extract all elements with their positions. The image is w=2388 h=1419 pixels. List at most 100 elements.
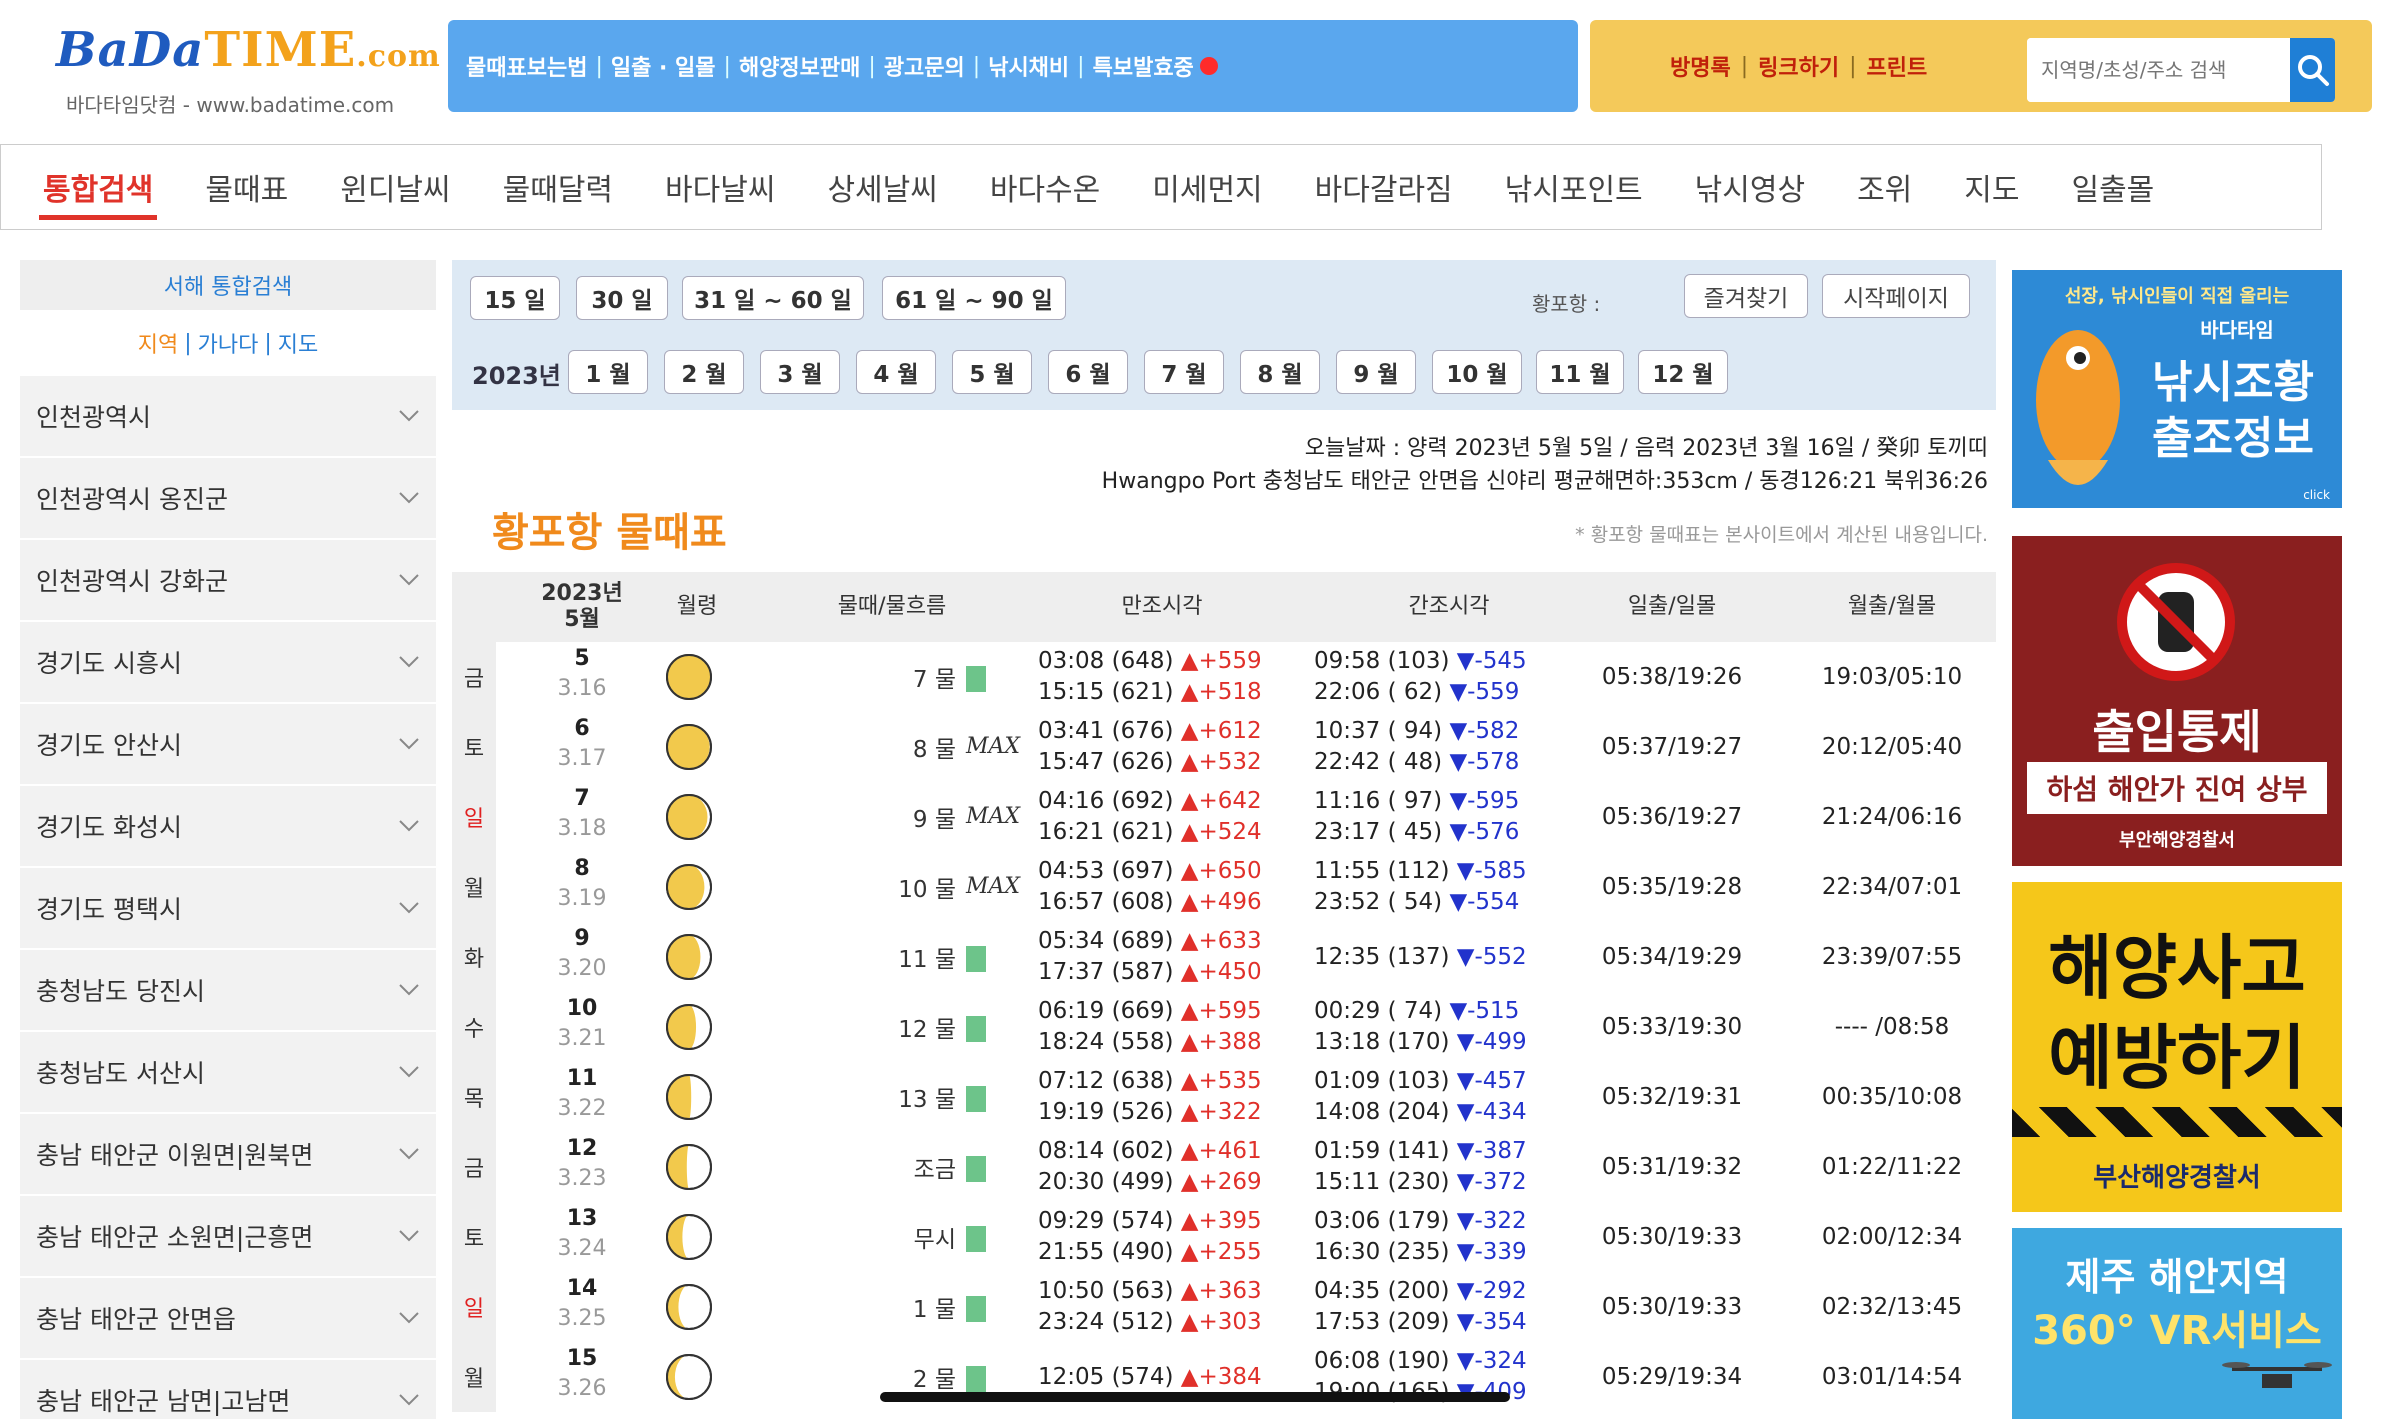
page-title: 황포항 물때표 <box>492 510 727 556</box>
day-of-week: 금 <box>452 1132 496 1202</box>
top-link-sunrise-sunset[interactable]: 일출 · 일몰 <box>611 50 716 82</box>
nav-tab-sunrise[interactable]: 일출몰 <box>2045 144 2180 230</box>
sunrise-sunset: 05:31/19:32 <box>1601 1154 1743 1180</box>
sidebar-tab-alphabet[interactable]: 가나다 <box>198 327 259 359</box>
favorite-button[interactable]: 즐겨찾기 <box>1684 274 1808 318</box>
ad3-org: 부산해양경찰서 <box>2093 1163 2261 1193</box>
moon-phase-icon <box>666 934 712 980</box>
sidebar-region-item[interactable]: 충남 태안군 소원면|근흥면 <box>20 1196 436 1278</box>
range-30-days-button[interactable]: 30 일 <box>576 276 668 320</box>
range-15-days-button[interactable]: 15 일 <box>470 276 560 320</box>
month-3-button[interactable]: 3 월 <box>760 350 840 394</box>
nav-tab-windy[interactable]: 윈디날씨 <box>314 144 476 230</box>
month-8-button[interactable]: 8 월 <box>1240 350 1320 394</box>
sidebar-region-item[interactable]: 경기도 평택시 <box>20 868 436 950</box>
nav-tab-map[interactable]: 지도 <box>1938 144 2045 230</box>
month-12-button[interactable]: 12 월 <box>1638 350 1728 394</box>
nav-tab-tide-level[interactable]: 조위 <box>1831 144 1938 230</box>
sidebar-region-item[interactable]: 인천광역시 옹진군 <box>20 458 436 540</box>
ad3-title-line2: 예방하기 <box>2048 1017 2306 1099</box>
horizontal-scrollbar[interactable] <box>880 1392 1510 1402</box>
sidebar-region-label: 충남 태안군 남면|고남면 <box>36 1387 291 1416</box>
tide-name: 7 물 <box>912 667 956 693</box>
nav-tab-fishing-video[interactable]: 낚시영상 <box>1669 144 1831 230</box>
nav-tab-sea-weather[interactable]: 바다날씨 <box>639 144 801 230</box>
ad-jeju-vr-banner[interactable]: 제주 해안지역 360° VR서비스 <box>2012 1228 2342 1419</box>
top-link-ocean-info-sale[interactable]: 해양정보판매 <box>739 50 860 82</box>
top-link-weather-warning[interactable]: 특보발효중 <box>1093 50 1194 82</box>
month-11-button[interactable]: 11 월 <box>1536 350 1624 394</box>
sidebar-tab-region[interactable]: 지역 <box>138 327 178 359</box>
site-logo[interactable]: BaDaTIME.com 바다타임닷컴 - www.badatime.com <box>56 22 440 117</box>
top-link-fishing-tackle[interactable]: 낚시채비 <box>988 50 1069 82</box>
month-2-button[interactable]: 2 월 <box>664 350 744 394</box>
year-label: 2023년 <box>472 362 561 390</box>
nav-tab-fishing-point[interactable]: 낚시포인트 <box>1479 144 1669 230</box>
ad-marine-accident-banner[interactable]: 해양사고 예방하기 부산해양경찰서 <box>2012 882 2342 1212</box>
sidebar-region-item[interactable]: 인천광역시 강화군 <box>20 540 436 622</box>
month-1-button[interactable]: 1 월 <box>568 350 648 394</box>
month-5-button[interactable]: 5 월 <box>952 350 1032 394</box>
search-button[interactable] <box>2290 38 2335 102</box>
month-9-button[interactable]: 9 월 <box>1336 350 1416 394</box>
start-page-button[interactable]: 시작페이지 <box>1822 274 1970 318</box>
top-link-bar: 물때표보는법 | 일출 · 일몰 | 해양정보판매 | 광고문의 | 낚시채비 | 특보발… <box>448 20 1578 112</box>
lunar-date: 3.17 <box>557 746 607 771</box>
table-row: 월 8 3.19 10 물 MAX 04:53 (697) ▲+650 16:57 (608… <box>452 852 1996 922</box>
range-61-90-days-button[interactable]: 61 일 ~ 90 일 <box>882 276 1066 320</box>
sidebar-region-item[interactable]: 경기도 시흥시 <box>20 622 436 704</box>
nav-tab-fine-dust[interactable]: 미세먼지 <box>1126 144 1288 230</box>
sidebar-region-item[interactable]: 충청남도 서산시 <box>20 1032 436 1114</box>
region-sidebar: 서해 통합검색 지역 | 가나다 | 지도 인천광역시 인천광역시 옹진군 인천광역시 … <box>20 260 436 1419</box>
chevron-down-icon <box>399 902 419 914</box>
ad-access-restriction-banner[interactable]: 출입통제 하섬 해안가 진여 상부 부안해양경찰서 <box>2012 536 2342 866</box>
sidebar-region-item[interactable]: 경기도 화성시 <box>20 786 436 868</box>
top-link-ad-inquiry[interactable]: 광고문의 <box>884 50 965 82</box>
month-4-button[interactable]: 4 월 <box>856 350 936 394</box>
tide-name: 11 물 <box>898 947 956 973</box>
region-list: 인천광역시 인천광역시 옹진군 인천광역시 강화군 경기도 시흥시 경기도 안산시 경기도… <box>20 376 436 1419</box>
sidebar-region-item[interactable]: 경기도 안산시 <box>20 704 436 786</box>
range-31-60-days-button[interactable]: 31 일 ~ 60 일 <box>682 276 864 320</box>
top-link-how-to-read[interactable]: 물때표보는법 <box>466 50 587 82</box>
nav-tab-detail-weather[interactable]: 상세날씨 <box>801 144 963 230</box>
ad-fishing-report-banner[interactable]: 선장, 낚시인들이 직접 올리는 바다타임 낚시조황 출조정보 click <box>2012 270 2342 508</box>
no-entry-hand-icon <box>2117 563 2235 681</box>
low-tide-times: 04:35 (200) ▼-292 17:53 (209) ▼-354 <box>1314 1278 1527 1335</box>
nav-tab-integrated-search[interactable]: 통합검색 <box>17 144 179 230</box>
chevron-down-icon <box>399 1394 419 1406</box>
table-row: 토 13 3.24 무시 09:29 (574) ▲+395 21:55 (490) ▲+… <box>452 1202 1996 1272</box>
sidebar-region-item[interactable]: 충남 태안군 남면|고남면 <box>20 1360 436 1419</box>
nav-tab-tide-table[interactable]: 물때표 <box>179 144 314 230</box>
moonrise-moonset: ---- /08:58 <box>1834 1014 1950 1040</box>
moon-phase-icon <box>666 1284 712 1330</box>
nav-tab-sea-parting[interactable]: 바다갈라짐 <box>1289 144 1479 230</box>
month-7-button[interactable]: 7 월 <box>1144 350 1224 394</box>
guestbook-link[interactable]: 방명록 <box>1670 50 1731 82</box>
month-10-button[interactable]: 10 월 <box>1432 350 1522 394</box>
chevron-down-icon <box>399 1066 419 1078</box>
ad3-title-line1: 해양사고 <box>2048 927 2306 1009</box>
nav-tab-water-temp[interactable]: 바다수온 <box>964 144 1126 230</box>
sunrise-sunset: 05:30/19:33 <box>1601 1294 1743 1320</box>
month-6-button[interactable]: 6 월 <box>1048 350 1128 394</box>
table-row: 수 10 3.21 12 물 06:19 (669) ▲+595 18:24 (558) … <box>452 992 1996 1062</box>
sunrise-sunset: 05:34/19:29 <box>1601 944 1743 970</box>
print-link[interactable]: 프린트 <box>1867 50 1928 82</box>
period-filter-panel: 15 일 30 일 31 일 ~ 60 일 61 일 ~ 90 일 황포항 : … <box>452 260 1996 410</box>
moonrise-moonset: 21:24/06:16 <box>1821 804 1963 830</box>
sidebar-region-item[interactable]: 인천광역시 <box>20 376 436 458</box>
tide-name: 조금 <box>913 1157 956 1183</box>
tide-flow-bar <box>966 1226 986 1252</box>
table-row: 금 12 3.23 조금 08:14 (602) ▲+461 20:30 (499) ▲+… <box>452 1132 1996 1202</box>
sidebar-region-item[interactable]: 충청남도 당진시 <box>20 950 436 1032</box>
nav-tab-tide-calendar[interactable]: 물때달력 <box>477 144 639 230</box>
sidebar-region-item[interactable]: 충남 태안군 안면읍 <box>20 1278 436 1360</box>
search-input[interactable] <box>2027 38 2290 102</box>
sidebar-region-label: 인천광역시 옹진군 <box>36 485 228 514</box>
link-this-link[interactable]: 링크하기 <box>1758 50 1839 82</box>
sidebar-region-item[interactable]: 충남 태안군 이원면|원북면 <box>20 1114 436 1196</box>
sidebar-tab-map[interactable]: 지도 <box>278 327 318 359</box>
moon-phase-icon <box>666 1354 712 1400</box>
tide-name: 13 물 <box>898 1087 956 1113</box>
